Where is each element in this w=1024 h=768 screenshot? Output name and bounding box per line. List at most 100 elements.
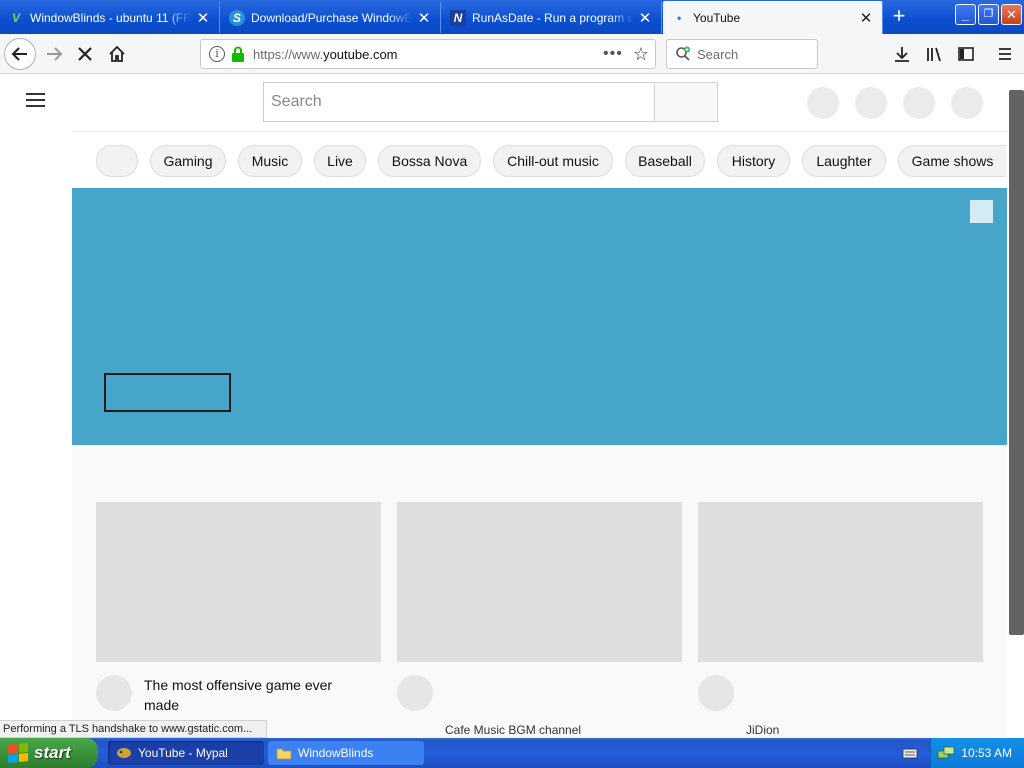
close-tab-icon[interactable]: ✕: [637, 9, 653, 27]
chip-live[interactable]: Live: [314, 145, 366, 177]
tab-strip: V WindowBlinds - ubuntu 11 (FREE - ubunt…: [0, 0, 1024, 34]
tab-title: YouTube: [693, 10, 741, 25]
downloads-button[interactable]: [886, 38, 918, 70]
tab-runasdate[interactable]: N RunAsDate - Run a program with ✕: [442, 2, 662, 33]
channel-avatar[interactable]: [96, 675, 132, 711]
video-card[interactable]: JiDion: [698, 502, 983, 737]
banner-action-button[interactable]: [104, 373, 231, 412]
sidebar-toggle-button[interactable]: [950, 38, 982, 70]
sign-in-icon-placeholder[interactable]: [951, 87, 983, 119]
promo-banner: [72, 188, 1007, 445]
tab-title: WindowBlinds - ubuntu 11 (FREE - ubuntu: [30, 10, 191, 25]
channel-name[interactable]: JiDion: [746, 723, 779, 737]
taskbar-item-youtube-mypal[interactable]: YouTube - Mypal: [108, 741, 264, 765]
download-icon: [895, 47, 909, 62]
home-button[interactable]: [101, 38, 133, 70]
lock-icon[interactable]: [231, 46, 245, 62]
chip-bossa-nova[interactable]: Bossa Nova: [378, 145, 481, 177]
start-label: start: [34, 743, 71, 762]
chip-laughter[interactable]: Laughter: [802, 145, 886, 177]
video-thumbnail[interactable]: [698, 502, 983, 662]
minimize-button[interactable]: _: [955, 4, 976, 25]
banner-dismiss-placeholder[interactable]: [970, 200, 993, 223]
home-icon: [109, 45, 125, 62]
tab-title: Download/Purchase WindowBlinds: [251, 10, 412, 25]
windowblinds-favicon-icon: V: [11, 10, 20, 25]
forward-arrow-icon: [47, 47, 63, 61]
channel-avatar[interactable]: [397, 675, 433, 711]
url-domain: youtube.com: [323, 46, 398, 62]
youtube-page: Search All Gaming Music Live Bossa Nova …: [0, 75, 1024, 738]
loading-favicon-icon: •: [676, 10, 682, 25]
stop-icon: [78, 47, 92, 61]
task-label: WindowBlinds: [298, 746, 374, 760]
video-grid: The most offensive game ever made Cafe M…: [72, 445, 1007, 738]
mypal-icon: [116, 746, 132, 760]
create-icon-placeholder[interactable]: [807, 87, 839, 119]
menu-button[interactable]: [989, 38, 1021, 70]
navigation-toolbar: i https://www.youtube.com ••• ☆ Search: [0, 34, 1024, 74]
channel-name[interactable]: Cafe Music BGM channel: [445, 723, 581, 737]
video-card[interactable]: The most offensive game ever made: [96, 502, 381, 713]
video-thumbnail[interactable]: [397, 502, 682, 662]
guide-menu-icon[interactable]: [26, 92, 46, 108]
chip-bar: All Gaming Music Live Bossa Nova Chill-o…: [72, 131, 1008, 188]
info-icon[interactable]: i: [209, 46, 225, 62]
browser-search-field[interactable]: Search: [666, 39, 818, 69]
network-tray-icon[interactable]: [937, 745, 955, 761]
sidebar-icon: [958, 47, 974, 61]
new-tab-button[interactable]: +: [886, 4, 912, 30]
chip-music[interactable]: Music: [238, 145, 302, 177]
keyboard-tray-icon[interactable]: [902, 745, 918, 761]
tab-windowblinds-ubuntu[interactable]: V WindowBlinds - ubuntu 11 (FREE - ubunt…: [0, 2, 220, 33]
system-tray: 10:53 AM: [930, 738, 1024, 768]
channel-avatar[interactable]: [698, 675, 734, 711]
url-prefix: https://www.: [253, 46, 324, 62]
bookmark-star-icon[interactable]: ☆: [633, 44, 649, 65]
clock[interactable]: 10:53 AM: [961, 746, 1012, 760]
video-card[interactable]: Cafe Music BGM channel: [397, 502, 682, 737]
chip-game-shows[interactable]: Game shows: [898, 145, 1006, 177]
tab-download-windowblinds[interactable]: S Download/Purchase WindowBlinds ✕: [221, 2, 441, 33]
page-actions-icon[interactable]: •••: [603, 45, 623, 63]
url-text: https://www.youtube.com: [253, 47, 603, 62]
apps-icon-placeholder[interactable]: [855, 87, 887, 119]
task-label: YouTube - Mypal: [138, 746, 228, 760]
video-thumbnail[interactable]: [96, 502, 381, 662]
close-tab-icon[interactable]: ✕: [416, 9, 432, 27]
url-bar[interactable]: i https://www.youtube.com ••• ☆: [200, 39, 656, 69]
search-engine-icon[interactable]: [675, 46, 691, 62]
chip-history[interactable]: History: [717, 145, 790, 177]
windows-logo-icon: [8, 742, 28, 764]
chip-chill-out-music[interactable]: Chill-out music: [493, 145, 613, 177]
chip-all[interactable]: All: [96, 145, 138, 177]
chip-baseball[interactable]: Baseball: [625, 145, 705, 177]
forward-button[interactable]: [38, 38, 70, 70]
start-button[interactable]: start: [0, 738, 98, 768]
taskbar-item-windowblinds[interactable]: WindowBlinds: [268, 741, 424, 765]
stardock-favicon-icon: S: [229, 9, 245, 26]
back-arrow-icon: [11, 47, 27, 61]
youtube-search-button[interactable]: [654, 82, 718, 122]
youtube-search-input[interactable]: Search: [263, 82, 655, 122]
close-tab-icon[interactable]: ✕: [858, 9, 874, 27]
stop-button[interactable]: [69, 38, 101, 70]
back-button[interactable]: [4, 38, 36, 70]
folder-icon: [276, 746, 292, 760]
close-window-button[interactable]: ✕: [1001, 4, 1022, 25]
chip-gaming[interactable]: Gaming: [150, 145, 226, 177]
windows-taskbar: start YouTube - Mypal WindowBlinds 10:53…: [0, 738, 1024, 768]
tab-title: RunAsDate - Run a program with: [472, 10, 633, 25]
settings-icon-placeholder[interactable]: [903, 87, 935, 119]
library-icon: [927, 47, 941, 62]
restore-button[interactable]: ❐: [978, 4, 999, 25]
status-bubble: Performing a TLS handshake to www.gstati…: [0, 720, 268, 738]
browser-search-placeholder: Search: [697, 46, 739, 62]
library-button[interactable]: [918, 38, 950, 70]
page-scrollbar[interactable]: [1009, 90, 1024, 635]
tab-youtube[interactable]: • YouTube ✕: [663, 1, 883, 34]
nirsoft-favicon-icon: N: [450, 9, 466, 26]
close-tab-icon[interactable]: ✕: [195, 9, 211, 27]
hamburger-menu-icon: [999, 48, 1011, 60]
video-title[interactable]: The most offensive game ever made: [144, 675, 364, 715]
